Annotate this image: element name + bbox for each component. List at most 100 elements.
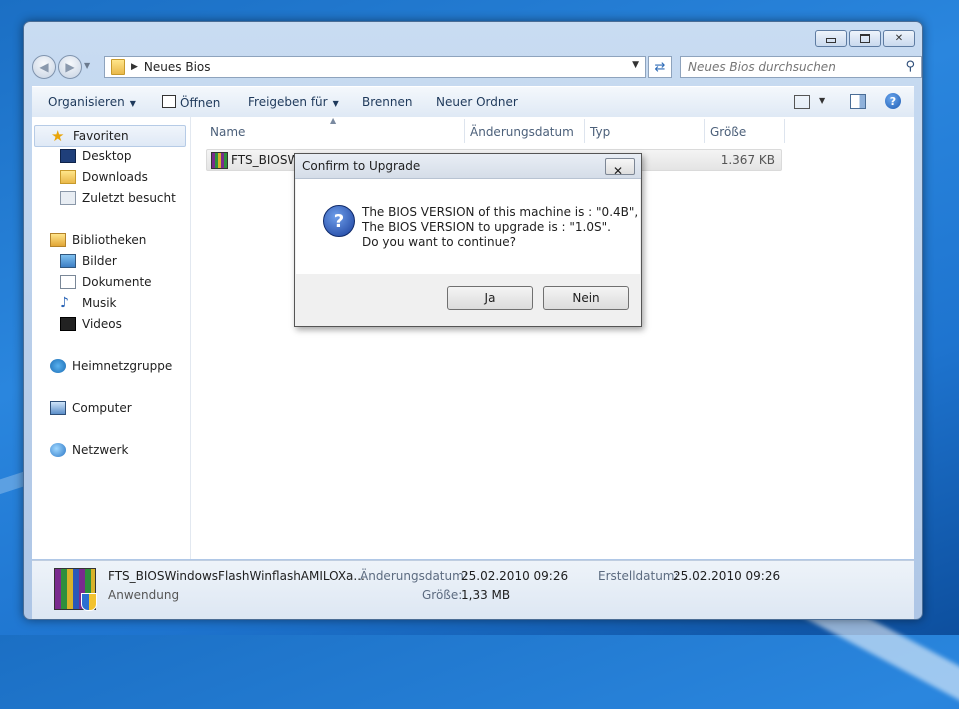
search-input[interactable] — [681, 59, 900, 75]
close-icon: ✕ — [613, 164, 624, 178]
minimize-icon — [826, 38, 836, 43]
open-icon — [162, 95, 176, 108]
maximize-icon — [860, 34, 870, 43]
nav-item-recent[interactable]: Zuletzt besucht — [60, 191, 176, 205]
nav-item-pictures[interactable]: Bilder — [60, 254, 117, 268]
view-options-icon[interactable] — [794, 95, 810, 109]
no-button[interactable]: Nein — [543, 286, 629, 310]
close-button[interactable]: ✕ — [883, 30, 915, 47]
organize-label: Organisieren — [48, 95, 125, 109]
column-divider[interactable] — [584, 119, 585, 143]
column-divider[interactable] — [704, 119, 705, 143]
nav-item-homegroup[interactable]: Heimnetzgruppe — [50, 359, 172, 373]
open-button[interactable]: Öffnen — [162, 95, 220, 110]
nav-label: Zuletzt besucht — [82, 191, 176, 205]
address-bar[interactable]: ▶ Neues Bios ▼ — [104, 56, 646, 78]
minimize-button[interactable] — [815, 30, 847, 47]
archive-app-icon — [211, 152, 228, 169]
music-icon: ♪ — [60, 295, 69, 311]
search-icon[interactable]: ⚲ — [905, 59, 915, 74]
forward-button[interactable]: ▶ — [58, 55, 82, 79]
dialog-titlebar[interactable]: Confirm to Upgrade ✕ — [295, 154, 641, 179]
details-size-label: Größe: — [422, 588, 463, 602]
nav-label: Desktop — [82, 149, 132, 163]
navigation-bar: ◀ ▶ ▼ ▶ Neues Bios ▼ ⇄ ⚲ — [32, 54, 922, 80]
search-box: ⚲ — [680, 56, 922, 78]
nav-item-libraries[interactable]: Bibliotheken — [50, 233, 146, 247]
downloads-icon — [60, 170, 76, 184]
navigation-pane: ★ Favoriten Desktop Downloads Zuletzt bes… — [32, 117, 191, 559]
network-icon — [50, 443, 66, 457]
yes-button[interactable]: Ja — [447, 286, 533, 310]
refresh-icon: ⇄ — [654, 59, 666, 75]
nav-label: Musik — [82, 296, 117, 310]
column-divider[interactable] — [464, 119, 465, 143]
homegroup-icon — [50, 359, 66, 373]
details-created-value: 25.02.2010 09:26 — [673, 569, 781, 583]
column-header-modified[interactable]: Änderungsdatum — [470, 125, 574, 139]
nav-label: Favoriten — [73, 129, 129, 143]
details-file-name: FTS_BIOSWindowsFlashWinflashAMILOXa... — [108, 569, 365, 583]
application-icon — [54, 568, 97, 611]
star-icon: ★ — [51, 127, 65, 145]
new-folder-button[interactable]: Neuer Ordner — [436, 95, 518, 109]
new-folder-label: Neuer Ordner — [436, 95, 518, 109]
nav-label: Bilder — [82, 254, 117, 268]
open-label: Öffnen — [180, 96, 221, 110]
nav-label: Computer — [72, 401, 132, 415]
dialog-close-button[interactable]: ✕ — [605, 158, 635, 178]
libraries-icon — [50, 233, 66, 247]
dialog-message-line: The BIOS VERSION of this machine is : "0… — [362, 205, 639, 219]
nav-item-music[interactable]: ♪ Musik — [60, 296, 117, 310]
column-divider[interactable] — [784, 119, 785, 143]
nav-label: Netzwerk — [72, 443, 129, 457]
nav-item-favorites[interactable]: ★ Favoriten — [34, 125, 186, 147]
refresh-button[interactable]: ⇄ — [648, 56, 672, 78]
column-header-size[interactable]: Größe — [710, 125, 746, 139]
breadcrumb-current[interactable]: Neues Bios — [144, 60, 211, 74]
details-modified-label: Änderungsdatum: — [360, 569, 468, 583]
details-pane: FTS_BIOSWindowsFlashWinflashAMILOXa... A… — [32, 560, 914, 619]
nav-label: Videos — [82, 317, 122, 331]
dialog-message-line: Do you want to continue? — [362, 235, 516, 249]
recent-places-icon — [60, 191, 76, 205]
burn-button[interactable]: Brennen — [362, 95, 412, 109]
share-menu[interactable]: Freigeben für ▼ — [248, 95, 339, 109]
share-label: Freigeben für — [248, 95, 328, 109]
arrow-left-icon: ◀ — [39, 60, 49, 74]
nav-item-network[interactable]: Netzwerk — [50, 443, 128, 457]
nav-item-documents[interactable]: Dokumente — [60, 275, 152, 289]
details-created-label: Erstelldatum: — [598, 569, 679, 583]
address-dropdown-icon[interactable]: ▼ — [632, 60, 639, 70]
nav-label: Dokumente — [82, 275, 152, 289]
nav-item-downloads[interactable]: Downloads — [60, 170, 148, 184]
help-icon[interactable]: ? — [885, 93, 901, 109]
recent-pages-dropdown[interactable]: ▼ — [84, 61, 90, 70]
details-file-type: Anwendung — [108, 588, 180, 602]
breadcrumb-chevron-icon[interactable]: ▶ — [131, 62, 138, 72]
arrow-right-icon: ▶ — [65, 60, 75, 74]
desktop-icon — [60, 149, 76, 163]
nav-label: Bibliotheken — [72, 233, 147, 247]
column-header-name[interactable]: Name — [210, 125, 245, 139]
view-dropdown-icon[interactable]: ▼ — [819, 96, 825, 105]
column-header-type[interactable]: Typ — [590, 125, 610, 139]
folder-icon — [111, 59, 125, 75]
preview-pane-icon[interactable] — [850, 94, 866, 109]
file-size: 1.367 KB — [720, 153, 775, 167]
back-button[interactable]: ◀ — [32, 55, 56, 79]
nav-item-desktop[interactable]: Desktop — [60, 149, 132, 163]
sort-ascending-icon: ▲ — [330, 116, 337, 125]
organize-menu[interactable]: Organisieren ▼ — [48, 95, 136, 109]
dialog-body: ? The BIOS VERSION of this machine is : … — [296, 179, 640, 274]
file-name: FTS_BIOSWi — [231, 153, 303, 167]
nav-item-videos[interactable]: Videos — [60, 317, 122, 331]
details-size-value: 1,33 MB — [461, 588, 511, 602]
burn-label: Brennen — [362, 95, 413, 109]
uac-shield-icon — [81, 593, 97, 611]
maximize-button[interactable] — [849, 30, 881, 47]
nav-label: Downloads — [82, 170, 148, 184]
nav-item-computer[interactable]: Computer — [50, 401, 132, 415]
command-bar: Organisieren ▼ Öffnen Freigeben für ▼ Bren… — [32, 86, 914, 118]
documents-icon — [60, 275, 76, 289]
